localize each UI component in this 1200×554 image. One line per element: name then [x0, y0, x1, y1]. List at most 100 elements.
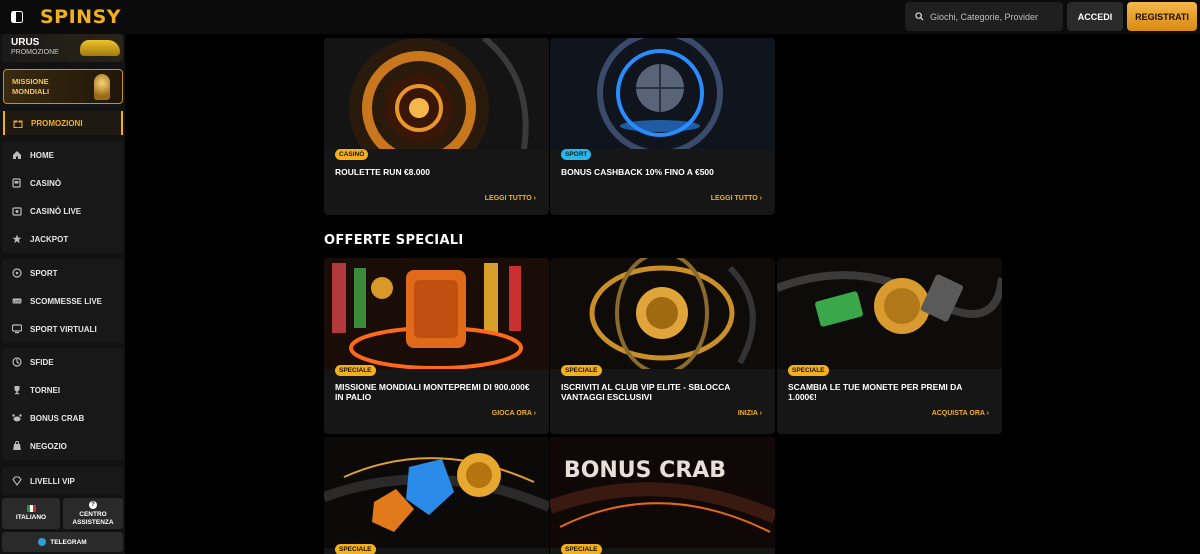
- read-more-link[interactable]: LEGGI TUTTO ›: [485, 195, 536, 202]
- spinsy-logo[interactable]: SPINSY: [40, 6, 121, 28]
- sidebar-item-sport[interactable]: SPORT: [2, 259, 123, 287]
- language-selector[interactable]: ITALIANO: [2, 498, 60, 529]
- promo-card-vip-elite[interactable]: SPECIALE ISCRIVITI AL CLUB VIP ELITE - S…: [550, 258, 775, 434]
- sidebar-item-label: CASINÒ: [30, 178, 62, 188]
- sidebar-item-tornei[interactable]: TORNEI: [2, 376, 123, 404]
- category-badge: SPECIALE: [561, 365, 602, 376]
- live-casino-icon: [12, 206, 22, 216]
- sidebar-item-label: SFIDE: [30, 357, 54, 367]
- roulette-image: [324, 38, 549, 149]
- trophy-image: [94, 74, 110, 100]
- home-icon: [12, 150, 22, 160]
- sidebar-item-label: NEGOZIO: [30, 441, 67, 451]
- sidebar-item-negozio[interactable]: NEGOZIO: [2, 432, 123, 460]
- read-more-label: LEGGI TUTTO: [710, 195, 758, 202]
- telegram-label: TELEGRAM: [50, 538, 87, 546]
- nav-group-extra: SFIDE TORNEI BONUS CRAB NEGOZIO: [2, 348, 123, 460]
- sidebar-item-jackpot[interactable]: JACKPOT: [2, 225, 123, 253]
- slot-icon: [12, 178, 22, 188]
- sidebar-item-scommesse-live[interactable]: LIVE SCOMMESSE LIVE: [2, 287, 123, 315]
- sidebar-item-label: LIVELLI VIP: [30, 476, 75, 486]
- card-title: ROULETTE RUN €8.000: [335, 167, 430, 177]
- promo-card-bonus-crab[interactable]: BONUS CRAB SPECIALE: [550, 437, 775, 554]
- italy-flag-icon: [26, 505, 36, 512]
- svg-text:LIVE: LIVE: [13, 299, 21, 303]
- shop-icon: [12, 441, 22, 451]
- telegram-icon: [38, 538, 47, 546]
- diamond-icon: [12, 476, 22, 486]
- bonus-crab-image-text: BONUS CRAB: [564, 458, 726, 483]
- main-content: CASINÒ ROULETTE RUN €8.000 LEGGI TUTTO ›…: [125, 34, 1200, 554]
- promo-card-missione-mondiali[interactable]: SPECIALE MISSIONE MONDIALI MONTEPREMI DI…: [324, 258, 549, 434]
- badges-image: [324, 437, 549, 548]
- sidebar-item-label: CASINÒ LIVE: [30, 206, 82, 216]
- card-title: SCAMBIA LE TUE MONETE PER PREMI DA 1.000…: [788, 382, 963, 402]
- question-icon: ?: [89, 500, 97, 509]
- basketball-image: [550, 38, 775, 149]
- ball-icon: [12, 268, 22, 278]
- help-center-label: CENTRO ASSISTENZA: [72, 510, 114, 526]
- sidebar-item-sport-virtuali[interactable]: SPORT VIRTUALI: [2, 315, 123, 343]
- sidebar: URUS PROMOZIONE MISSIONE MONDIALI PROMOZ…: [0, 34, 125, 554]
- sidebar-item-promozioni[interactable]: PROMOZIONI: [3, 111, 123, 135]
- read-more-link[interactable]: LEGGI TUTTO ›: [711, 195, 762, 202]
- sidebar-item-label: TORNEI: [30, 385, 61, 395]
- sidebar-item-home[interactable]: HOME: [2, 141, 123, 169]
- challenge-icon: [12, 357, 22, 367]
- play-now-label: GIOCA ORA: [491, 410, 532, 417]
- bonus-crab-image: BONUS CRAB: [550, 437, 775, 548]
- category-badge: CASINÒ: [335, 149, 369, 160]
- promo-card-badges[interactable]: SPECIALE: [324, 437, 549, 554]
- sidebar-item-label: PROMOZIONI: [31, 118, 83, 128]
- nav-group-sport: SPORT LIVE SCOMMESSE LIVE SPORT VIRTUALI: [2, 259, 123, 343]
- sidebar-item-label: SCOMMESSE LIVE: [30, 296, 103, 306]
- nav-group-casino: HOME CASINÒ CASINÒ LIVE JACKPOT: [2, 141, 123, 253]
- help-center-button[interactable]: ? CENTRO ASSISTENZA: [63, 498, 123, 529]
- category-badge: SPECIALE: [335, 365, 376, 376]
- sidebar-toggle-icon[interactable]: [8, 8, 26, 26]
- promo-urus-title: URUS: [11, 37, 40, 48]
- category-badge: SPECIALE: [335, 544, 376, 554]
- sidebar-item-label: JACKPOT: [30, 234, 69, 244]
- login-button[interactable]: ACCEDI: [1067, 2, 1123, 31]
- sidebar-item-label: SPORT VIRTUALI: [30, 324, 97, 334]
- play-now-link[interactable]: GIOCA ORA ›: [492, 410, 536, 417]
- sidebar-item-label: BONUS CRAB: [30, 413, 85, 423]
- promo-card-roulette[interactable]: CASINÒ ROULETTE RUN €8.000 LEGGI TUTTO ›: [324, 38, 549, 215]
- sidebar-item-bonus-crab[interactable]: BONUS CRAB: [2, 404, 123, 432]
- live-icon: LIVE: [12, 296, 22, 306]
- register-button[interactable]: REGISTRATI: [1127, 2, 1197, 31]
- sidebar-item-casino-live[interactable]: CASINÒ LIVE: [2, 197, 123, 225]
- language-label: ITALIANO: [15, 514, 47, 521]
- sidebar-item-casino[interactable]: CASINÒ: [2, 169, 123, 197]
- promo-urus-subtitle: PROMOZIONE: [11, 49, 59, 56]
- search-icon: [915, 8, 924, 26]
- sidebar-item-livelli-vip[interactable]: LIVELLI VIP: [2, 467, 123, 495]
- promo-card-cashback[interactable]: SPORT BONUS CASHBACK 10% FINO A €500 LEG…: [550, 38, 775, 215]
- search-box[interactable]: [905, 2, 1063, 31]
- card-title: BONUS CASHBACK 10% FINO A €500: [561, 167, 714, 177]
- telegram-button[interactable]: TELEGRAM: [2, 532, 123, 552]
- monitor-icon: [12, 324, 22, 334]
- section-title-offerte-speciali: OFFERTE SPECIALI: [324, 233, 464, 248]
- category-badge: SPECIALE: [788, 365, 829, 376]
- promo-mondiali-banner[interactable]: MISSIONE MONDIALI: [3, 69, 123, 104]
- nav-group-vip: LIVELLI VIP: [2, 467, 123, 495]
- read-more-label: LEGGI TUTTO: [484, 195, 532, 202]
- crab-icon: [12, 413, 22, 423]
- sidebar-item-sfide[interactable]: SFIDE: [2, 348, 123, 376]
- mondiali-image: [324, 258, 549, 369]
- car-image: [80, 40, 120, 56]
- trophy-icon: [12, 385, 22, 395]
- sidebar-item-label: SPORT: [30, 268, 58, 278]
- buy-now-link[interactable]: ACQUISTA ORA ›: [932, 410, 989, 417]
- vip-image: [550, 258, 775, 369]
- search-input[interactable]: [930, 11, 1058, 22]
- promo-mondiali-label: MISSIONE MONDIALI: [12, 77, 50, 96]
- promo-card-scambia-monete[interactable]: SPECIALE SCAMBIA LE TUE MONETE PER PREMI…: [777, 258, 1002, 434]
- promo-urus-banner[interactable]: URUS PROMOZIONE: [2, 34, 123, 62]
- gift-icon: [13, 118, 23, 128]
- buy-now-label: ACQUISTA ORA: [931, 410, 985, 417]
- top-header: SPINSY ACCEDI REGISTRATI: [0, 0, 1200, 34]
- start-link[interactable]: INIZIA ›: [738, 410, 762, 417]
